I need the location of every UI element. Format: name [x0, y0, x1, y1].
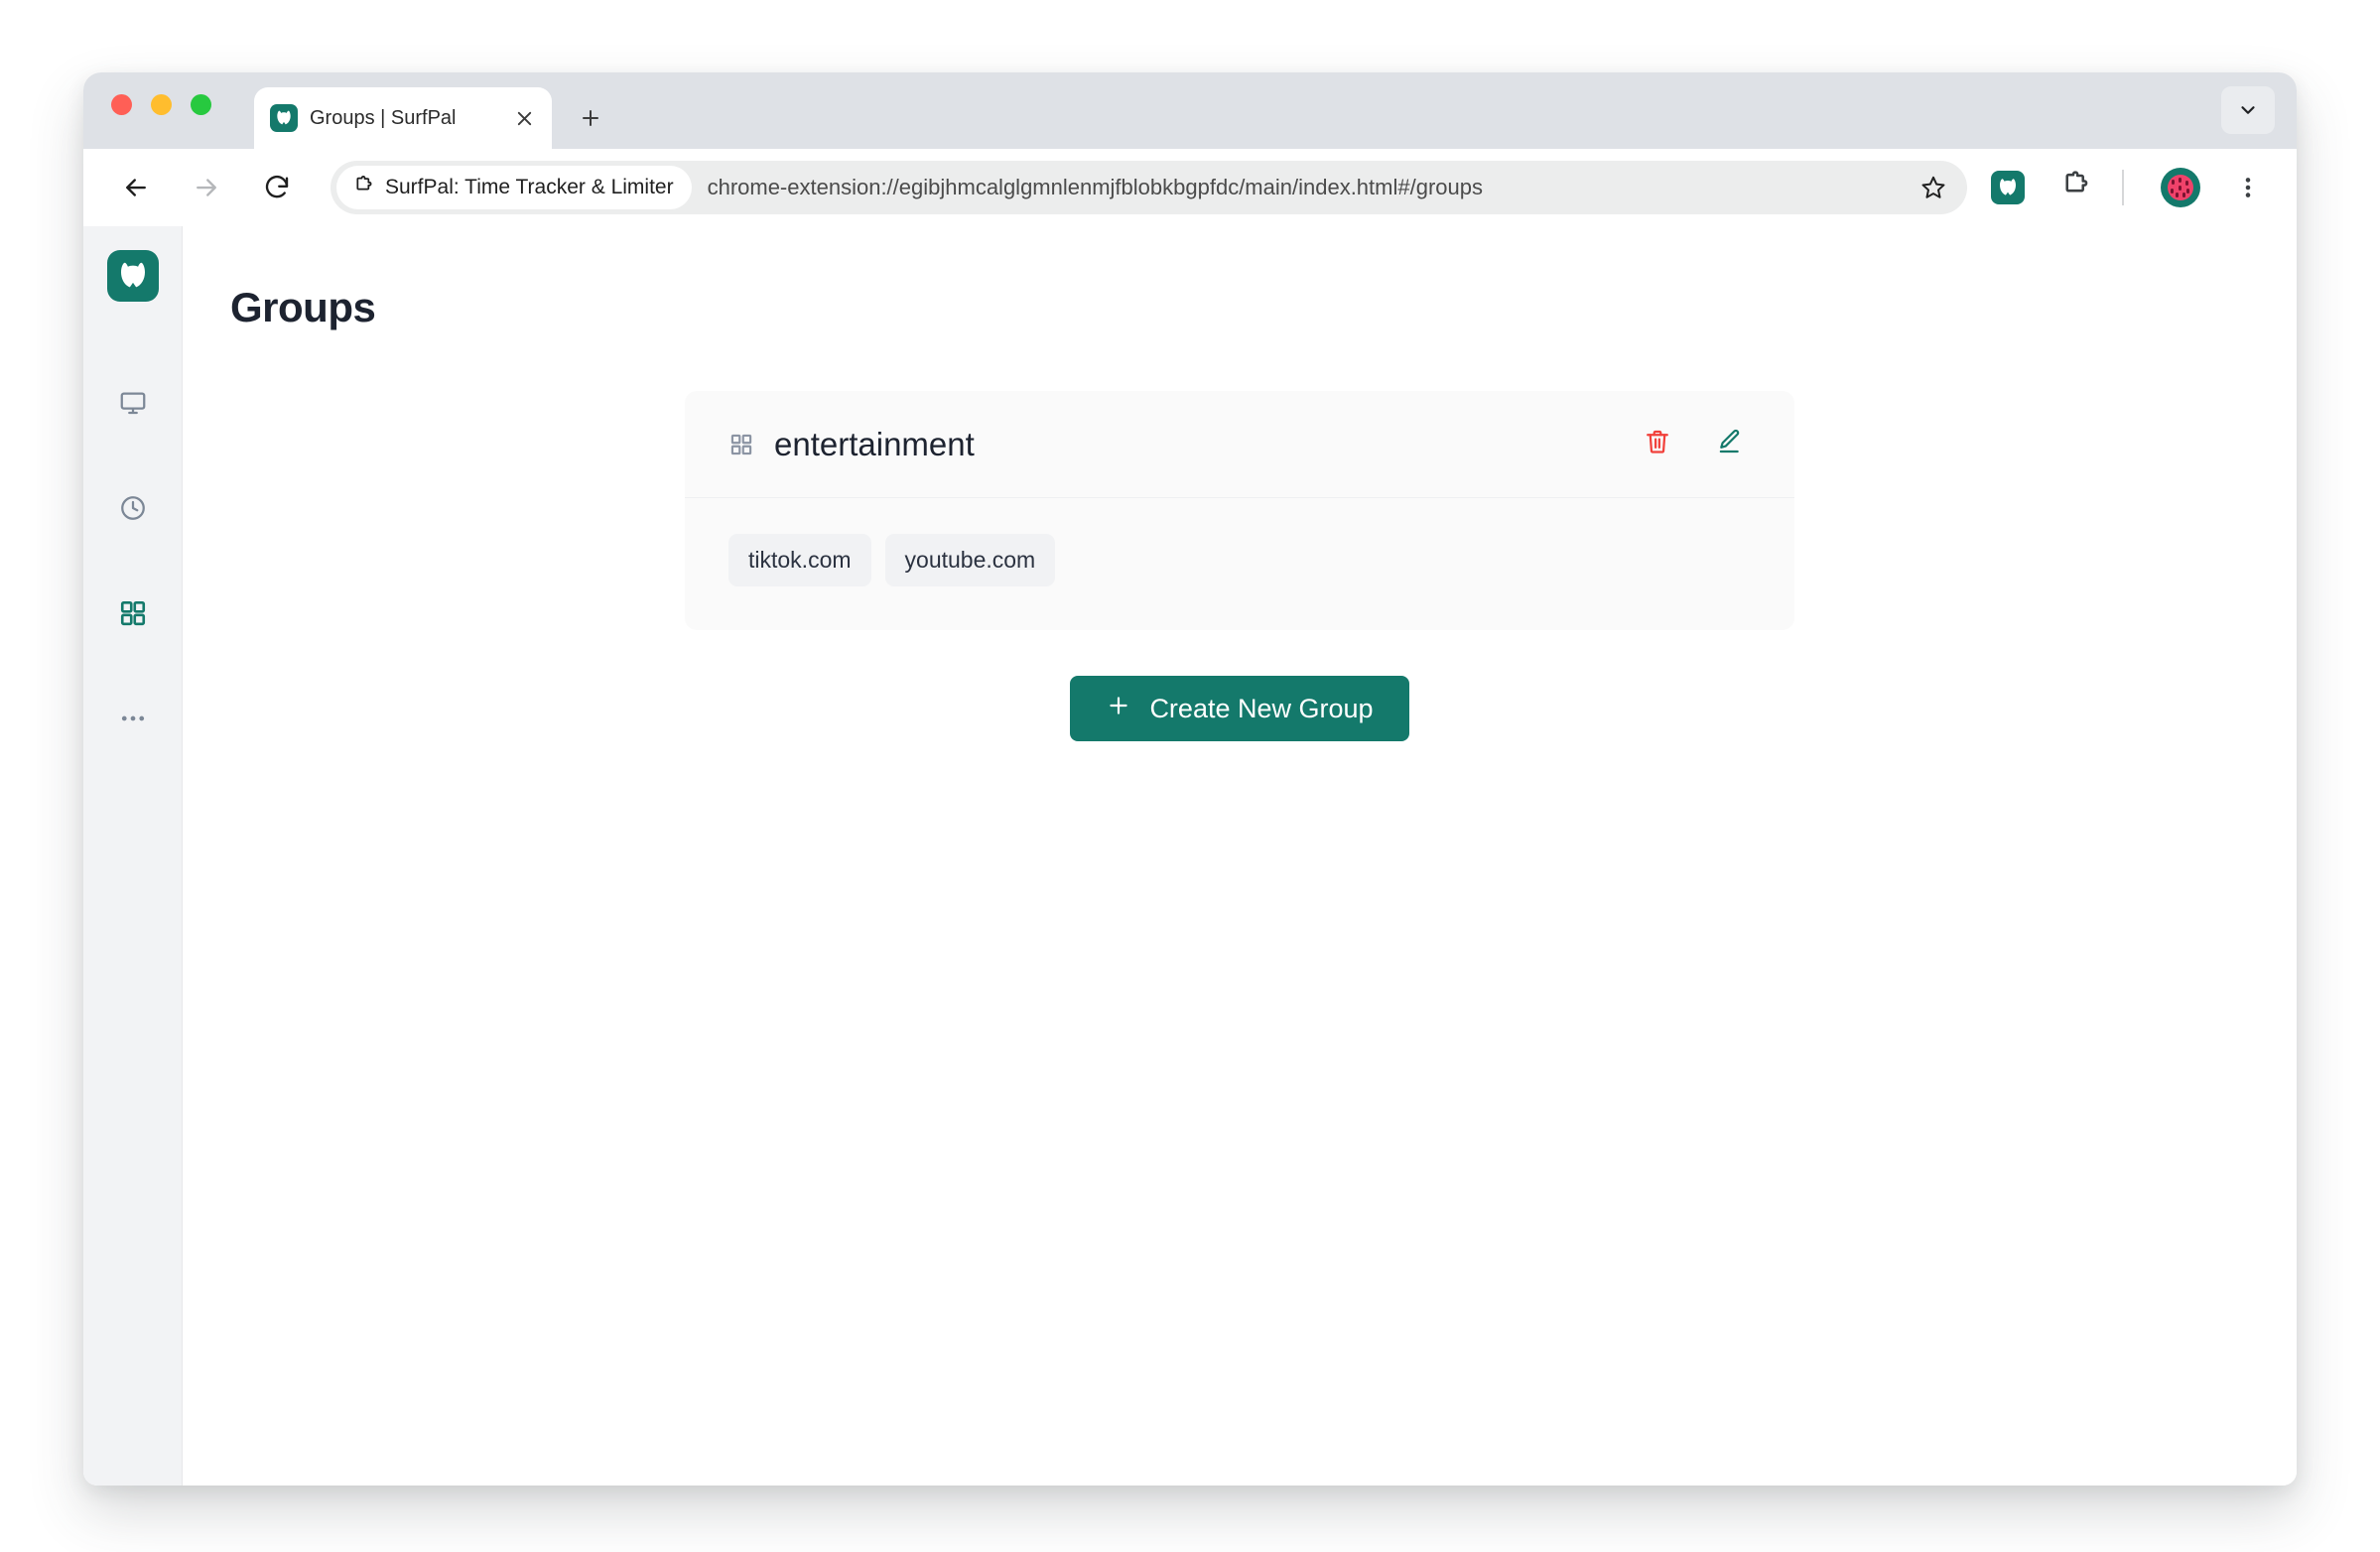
toolbar-divider — [2122, 170, 2124, 205]
pencil-edit-icon — [1715, 428, 1743, 460]
surfpal-cat-icon — [1991, 171, 2025, 204]
avatar[interactable] — [2154, 161, 2207, 214]
app-sidebar — [83, 226, 183, 1486]
grid-icon — [118, 598, 148, 633]
puzzle-piece-icon — [352, 175, 374, 201]
arrow-right-icon — [180, 161, 233, 214]
window-close-button[interactable] — [111, 94, 132, 115]
surfpal-extension-button[interactable] — [1981, 161, 2035, 214]
create-new-group-button[interactable]: Create New Group — [1070, 676, 1409, 741]
group-name: entertainment — [774, 425, 975, 462]
domain-chip[interactable]: tiktok.com — [728, 534, 871, 586]
extensions-button[interactable] — [2049, 161, 2102, 214]
sidebar-item-groups[interactable] — [107, 589, 159, 641]
sidebar-item-history[interactable] — [107, 484, 159, 536]
group-card-header: entertainment — [685, 391, 1794, 498]
monitor-icon — [118, 388, 148, 423]
page-title: Groups — [230, 284, 376, 330]
puzzle-piece-icon — [2059, 170, 2091, 206]
groups-list: entertainment tiktok.com youtube.com Cre… — [685, 391, 1794, 741]
trash-icon — [1644, 428, 1671, 460]
browser-tab[interactable]: Groups | SurfPal — [254, 87, 552, 149]
browser-toolbar: SurfPal: Time Tracker & Limiter chrome-e… — [83, 149, 2297, 226]
clock-icon — [118, 493, 148, 528]
new-tab-button[interactable] — [572, 99, 609, 137]
surfpal-cat-logo-icon[interactable] — [106, 250, 159, 302]
url-text[interactable]: chrome-extension://egibjhmcalglgmnlenmjf… — [692, 175, 1910, 200]
plus-icon — [1106, 693, 1131, 725]
create-group-row: Create New Group — [685, 676, 1794, 741]
ellipsis-icon — [118, 704, 148, 738]
reload-icon[interactable] — [250, 161, 304, 214]
surfpal-cat-icon — [270, 104, 298, 132]
tab-title: Groups | SurfPal — [310, 106, 457, 129]
close-icon[interactable] — [510, 104, 538, 132]
window-minimize-button[interactable] — [151, 94, 172, 115]
group-domains: tiktok.com youtube.com — [685, 498, 1794, 630]
arrow-left-icon[interactable] — [109, 161, 163, 214]
edit-group-button[interactable] — [1705, 421, 1753, 468]
sidebar-item-dashboard[interactable] — [107, 379, 159, 431]
watermelon-avatar-icon — [2161, 168, 2200, 207]
page-body: Groups entertainment tiktok.com youtube.… — [83, 226, 2297, 1486]
domain-chip[interactable]: youtube.com — [884, 534, 1056, 586]
window-traffic-lights — [111, 94, 211, 115]
extension-origin-label: SurfPal: Time Tracker & Limiter — [385, 176, 674, 198]
sidebar-item-more[interactable] — [107, 695, 159, 746]
tab-strip: Groups | SurfPal — [83, 72, 2297, 149]
create-new-group-label: Create New Group — [1149, 693, 1374, 723]
group-card: entertainment tiktok.com youtube.com — [685, 391, 1794, 630]
chevron-down-icon[interactable] — [2221, 86, 2275, 134]
star-icon[interactable] — [1910, 164, 1957, 211]
main-content: Groups entertainment tiktok.com youtube.… — [183, 226, 2297, 1486]
three-dots-vertical-icon[interactable] — [2221, 161, 2275, 214]
grid-icon — [728, 432, 754, 457]
window-maximize-button[interactable] — [191, 94, 211, 115]
browser-window: Groups | SurfPal SurfPal: Time Tracker &… — [83, 72, 2297, 1486]
extension-origin-chip: SurfPal: Time Tracker & Limiter — [336, 166, 692, 209]
address-bar[interactable]: SurfPal: Time Tracker & Limiter chrome-e… — [331, 161, 1967, 214]
delete-group-button[interactable] — [1634, 421, 1681, 468]
